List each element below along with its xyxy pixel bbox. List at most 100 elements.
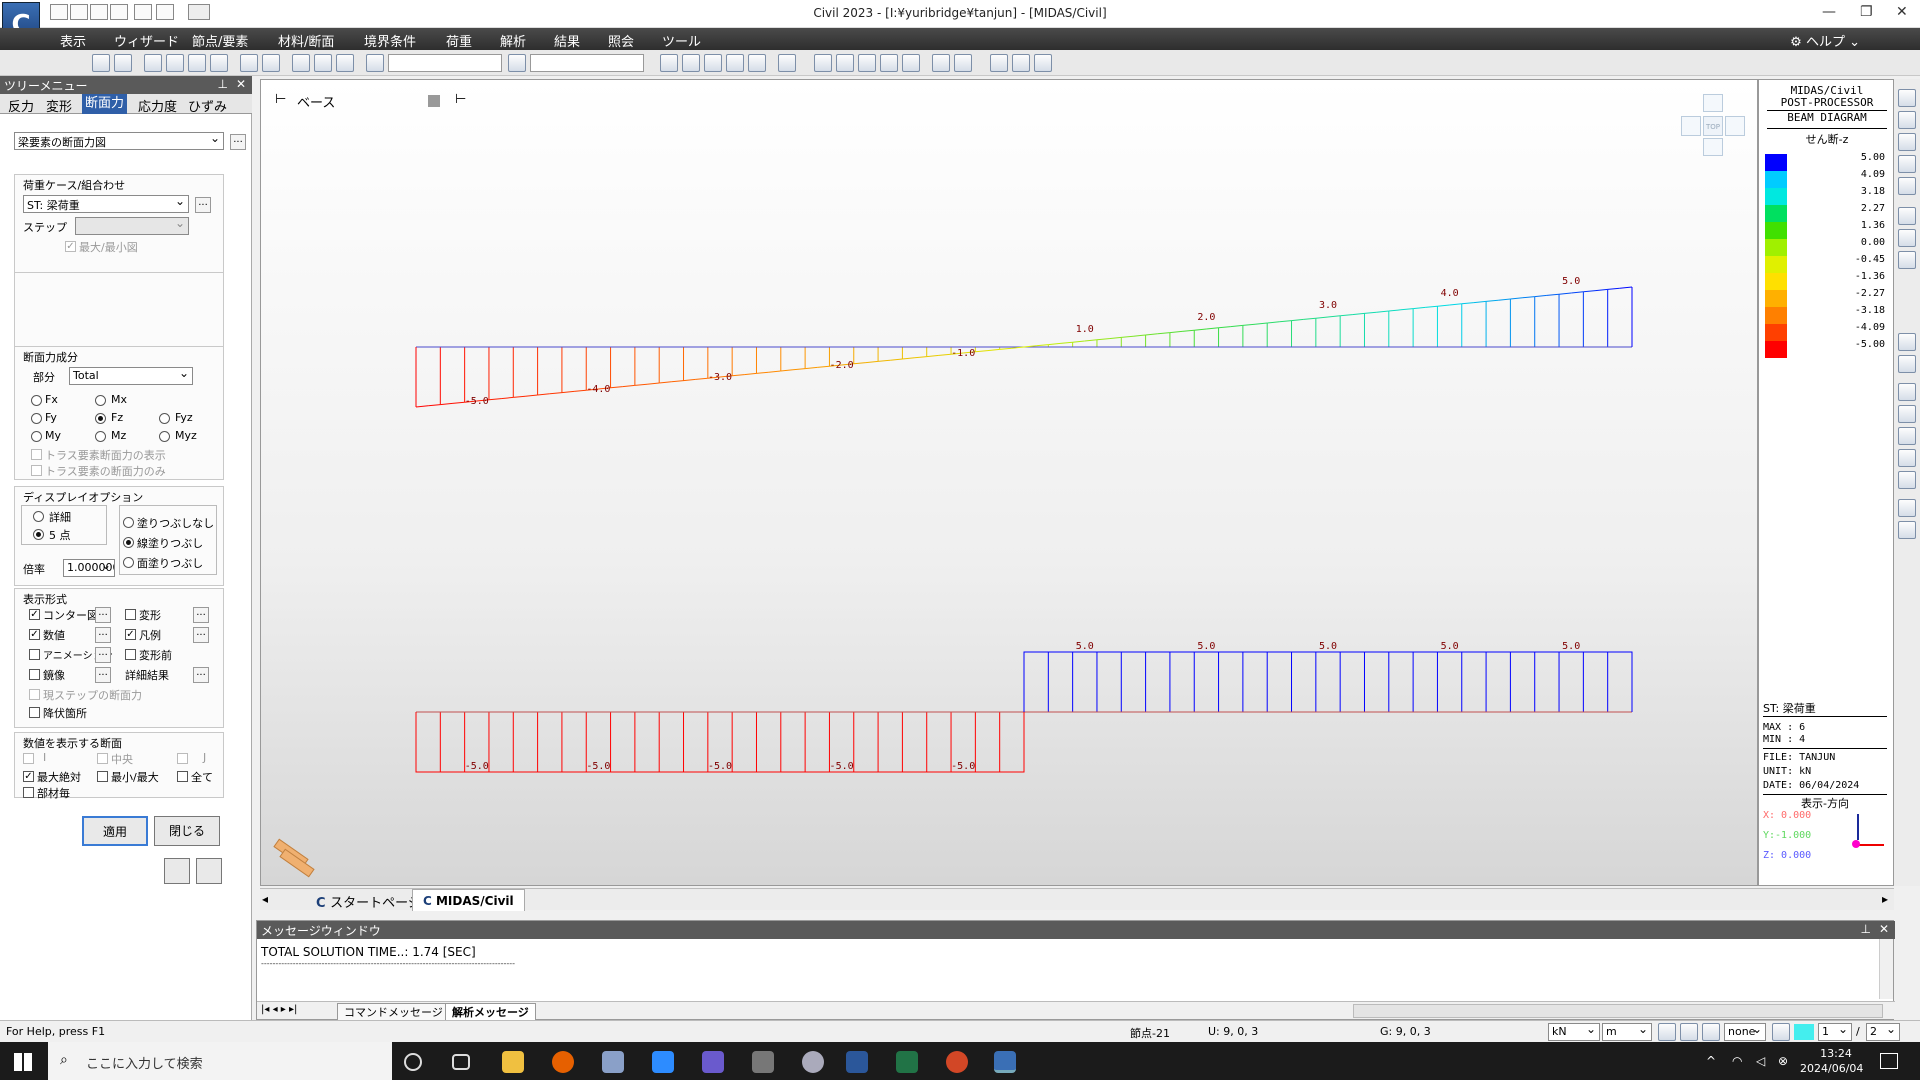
pan-icon[interactable] <box>1898 207 1916 225</box>
quick-access-dropdown-icon[interactable] <box>188 4 210 20</box>
zoom-out-icon[interactable] <box>1898 155 1916 173</box>
view-right-icon[interactable] <box>1898 405 1916 423</box>
toolbar-icon[interactable] <box>314 54 332 72</box>
radio-face-fill[interactable] <box>123 557 134 568</box>
section-i-checkbox[interactable] <box>23 753 34 764</box>
midas-civil-taskbar-icon[interactable] <box>994 1051 1016 1073</box>
truss-show-checkbox[interactable] <box>31 449 42 460</box>
lock-icon[interactable] <box>1012 54 1030 72</box>
tab-stress[interactable]: 応力度 <box>138 96 177 115</box>
menu-analysis[interactable]: 解析 <box>500 31 526 50</box>
all-checkbox[interactable] <box>177 771 188 782</box>
task-view-icon[interactable] <box>452 1054 470 1070</box>
radio-fx[interactable] <box>31 395 42 406</box>
toolbar-icon[interactable] <box>932 54 950 72</box>
section-center-checkbox[interactable] <box>97 753 108 764</box>
taskbar-search-box[interactable]: ⌕ ここに入力して検索 <box>48 1042 392 1080</box>
radio-my[interactable] <box>31 431 42 442</box>
tab-command-message[interactable]: コマンドメッセージ <box>337 1003 450 1021</box>
powerpoint-icon[interactable] <box>946 1051 968 1073</box>
cortana-icon[interactable] <box>404 1053 422 1071</box>
diagram-type-more-button[interactable]: ... <box>230 134 246 150</box>
toolbar-icon[interactable] <box>880 54 898 72</box>
capture-icon[interactable] <box>1898 499 1916 517</box>
toolbar-icon[interactable] <box>114 54 132 72</box>
tab-scroll-left-icon[interactable]: ◂ <box>262 892 268 906</box>
view-top-icon[interactable] <box>1898 355 1916 373</box>
zoom-icon[interactable] <box>1898 111 1916 129</box>
toolbar-icon[interactable] <box>836 54 854 72</box>
save-icon[interactable] <box>110 4 128 20</box>
current-step-checkbox[interactable] <box>29 689 40 700</box>
radio-detail[interactable] <box>33 511 44 522</box>
clock-date[interactable]: 2024/06/04 <box>1800 1062 1863 1075</box>
lock-icon[interactable] <box>1034 54 1052 72</box>
radio-fyz[interactable] <box>159 413 170 424</box>
tab-analysis-message[interactable]: 解析メッセージ <box>445 1003 536 1021</box>
radio-five-points[interactable] <box>33 529 44 540</box>
word-icon[interactable] <box>846 1051 868 1073</box>
toolbar-icon[interactable] <box>188 54 206 72</box>
toolbar-icon[interactable] <box>748 54 766 72</box>
toolbar-icon[interactable] <box>814 54 832 72</box>
menu-tools[interactable]: ツール <box>662 31 701 50</box>
firefox-icon[interactable] <box>552 1051 574 1073</box>
radio-myz[interactable] <box>159 431 170 442</box>
close-icon[interactable]: ✕ <box>236 77 246 91</box>
scale-input[interactable]: 1.000000 <box>63 559 115 577</box>
toolbar-icon[interactable] <box>144 54 162 72</box>
deform-more-button[interactable]: ... <box>193 607 209 623</box>
tab-scroll-right-icon[interactable]: ▸ <box>1882 892 1888 906</box>
animation-more-button[interactable]: ... <box>95 647 111 663</box>
toolbar-icon[interactable] <box>858 54 876 72</box>
app-icon[interactable] <box>802 1051 824 1073</box>
tab-section-force[interactable]: 断面力 <box>82 94 128 114</box>
toolbar-icon[interactable] <box>704 54 722 72</box>
menu-node-element[interactable]: 節点/要素 <box>192 31 248 50</box>
section-j-checkbox[interactable] <box>177 753 188 764</box>
print-icon[interactable] <box>134 4 152 20</box>
toolbar-icon[interactable] <box>778 54 796 72</box>
view-front-icon[interactable] <box>1898 333 1916 351</box>
zoom-app-icon[interactable] <box>652 1051 674 1073</box>
grid-snap-icon[interactable] <box>1680 1023 1698 1041</box>
values-checkbox[interactable]: ✓ <box>29 629 40 640</box>
maxmin-checkbox[interactable]: ✓ <box>65 241 76 252</box>
zoom-fit-icon[interactable] <box>1898 177 1916 195</box>
app-icon[interactable] <box>702 1051 724 1073</box>
menu-material-section[interactable]: 材料/断面 <box>278 31 334 50</box>
menu-view[interactable]: 表示 <box>60 31 86 50</box>
menu-wizard[interactable]: ウィザード <box>114 31 179 50</box>
volume-icon[interactable]: ◁ <box>1756 1054 1765 1068</box>
mirror-checkbox[interactable] <box>29 669 40 680</box>
rotate-icon[interactable] <box>1898 229 1916 247</box>
toolbar-icon[interactable] <box>166 54 184 72</box>
step-select[interactable] <box>75 217 189 235</box>
help-icon[interactable] <box>1772 1023 1790 1041</box>
toolbar-icon[interactable] <box>660 54 678 72</box>
toolbar-icon[interactable] <box>262 54 280 72</box>
clock-time[interactable]: 13:24 <box>1804 1047 1868 1060</box>
radio-mz[interactable] <box>95 431 106 442</box>
tab-reaction[interactable]: 反力 <box>8 96 34 115</box>
menu-results[interactable]: 結果 <box>554 31 580 50</box>
message-nav-icons[interactable]: |◂ ◂ ▸ ▸| <box>261 1004 297 1015</box>
excel-icon[interactable] <box>896 1051 918 1073</box>
new-file-icon[interactable] <box>50 4 68 20</box>
load-case-select[interactable]: ST: 梁荷重 <box>23 195 189 213</box>
selection-combo[interactable] <box>388 54 502 72</box>
menu-load[interactable]: 荷重 <box>446 31 472 50</box>
contour-more-button[interactable]: ... <box>95 607 111 623</box>
length-unit-select[interactable]: m <box>1602 1023 1652 1041</box>
values-more-button[interactable]: ... <box>95 627 111 643</box>
toolbar-icon[interactable] <box>336 54 354 72</box>
save-settings-icon[interactable] <box>164 858 190 884</box>
part-select[interactable]: Total <box>69 367 193 385</box>
tab-strain[interactable]: ひずみ <box>188 96 227 115</box>
menu-help[interactable]: ⚙ ヘルプ ⌄ <box>1790 31 1860 50</box>
radio-no-fill[interactable] <box>123 517 134 528</box>
action-center-icon[interactable] <box>1880 1053 1898 1069</box>
snap-icon[interactable] <box>1658 1023 1676 1041</box>
yield-checkbox[interactable] <box>29 707 40 718</box>
model-viewport[interactable]: ⊢ ベース ⊢ TOP -5.0 -4.0 -3.0 -2.0 -1.0 1.0 2.0 3.… <box>260 79 1758 886</box>
